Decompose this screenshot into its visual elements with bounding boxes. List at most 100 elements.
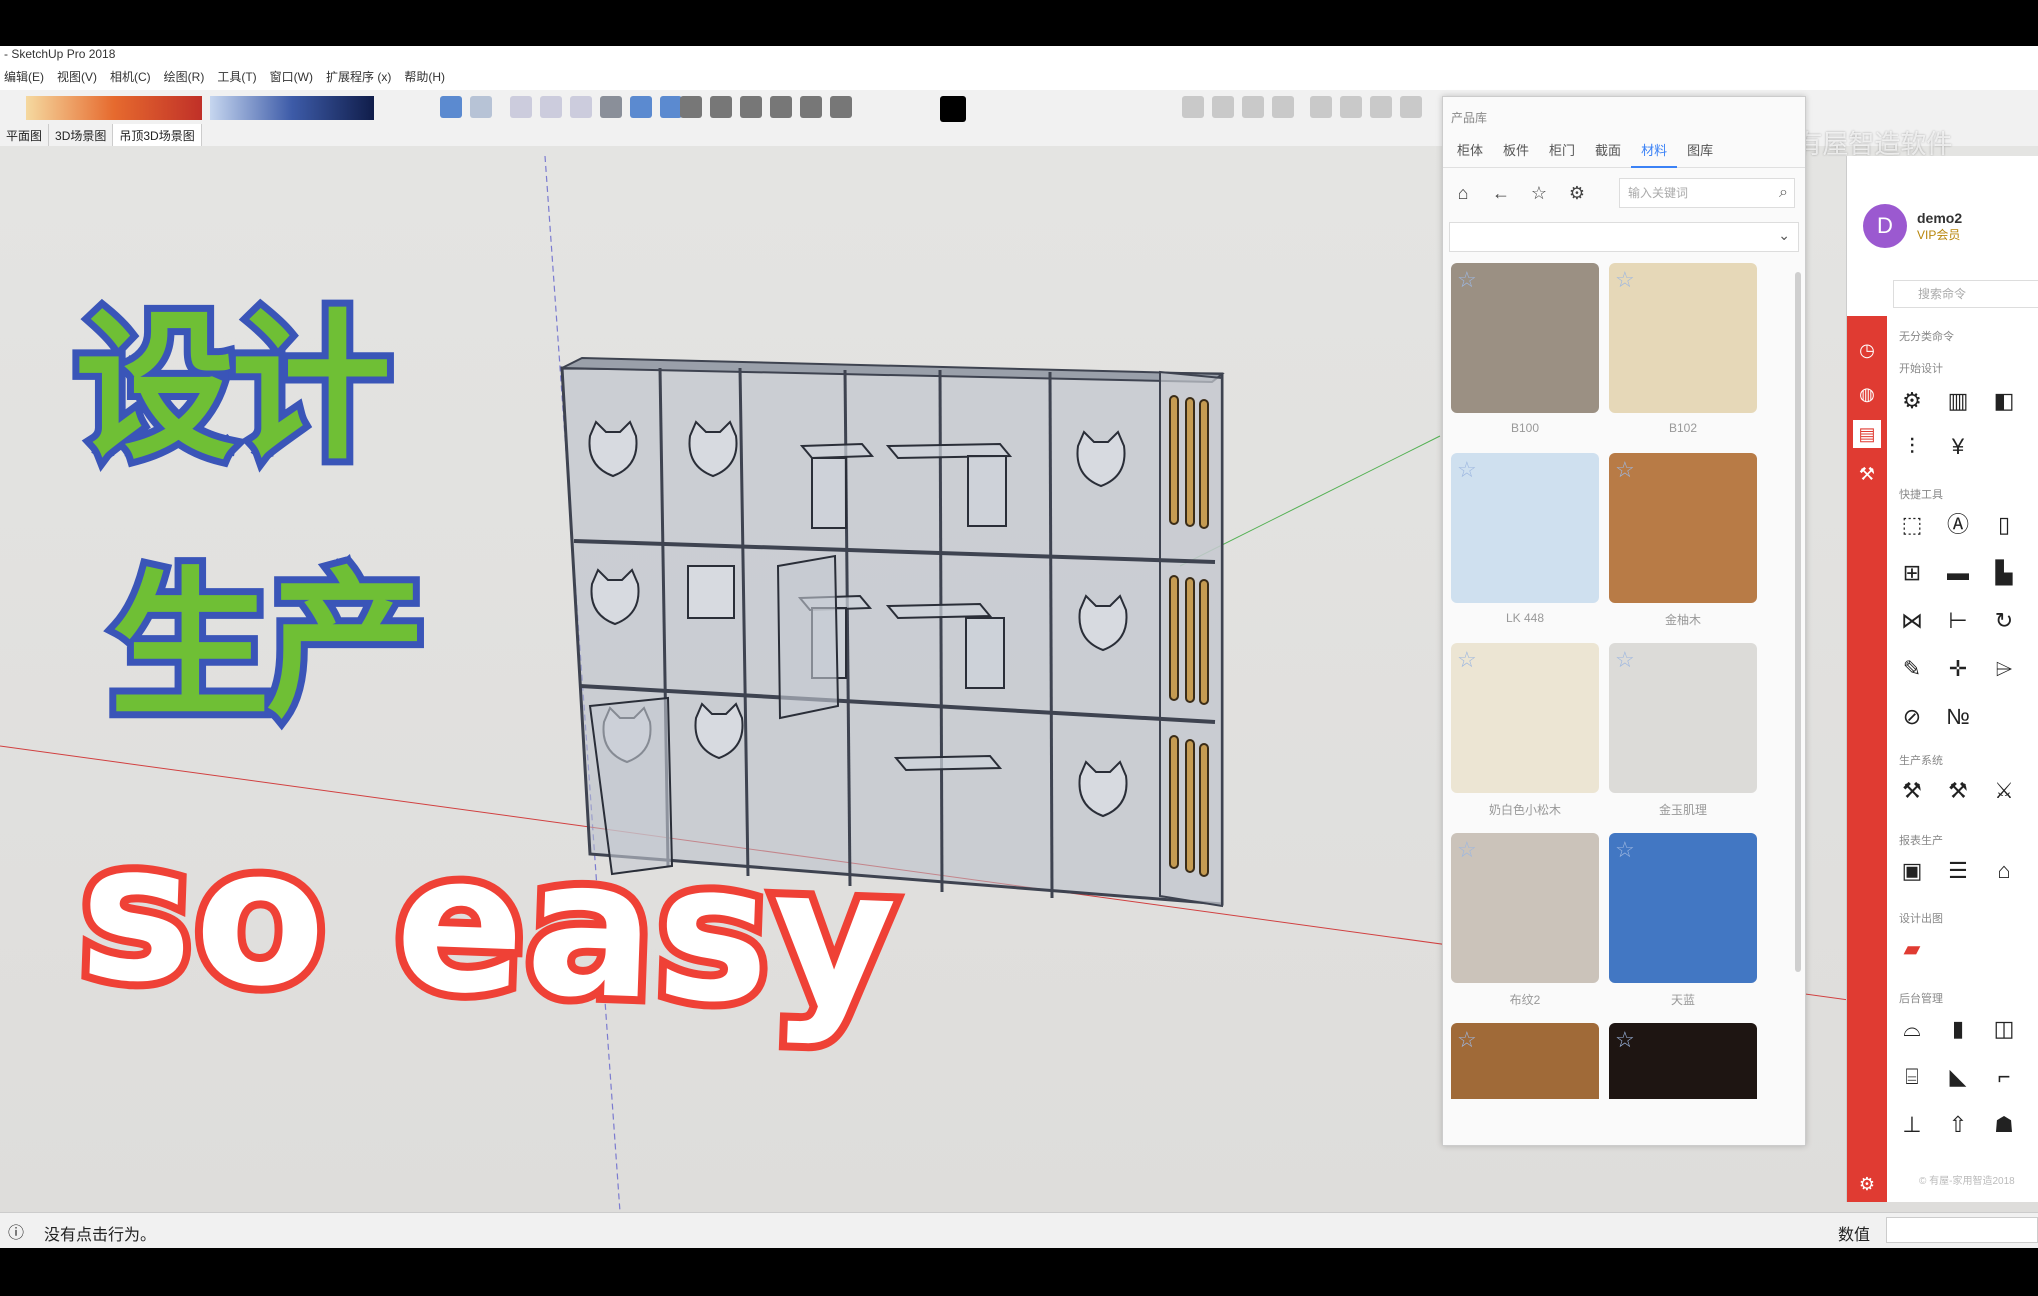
search-icon[interactable]: ⌕ <box>1779 179 1788 207</box>
material-swatch[interactable]: ☆ <box>1609 453 1757 603</box>
front-view-icon[interactable] <box>740 96 762 118</box>
right-view-icon[interactable] <box>770 96 792 118</box>
component-icon[interactable] <box>440 96 462 118</box>
menu-tools[interactable]: 工具(T) <box>217 68 256 85</box>
tab-plan[interactable]: 平面图 <box>0 124 50 146</box>
measure-icon[interactable]: ⊢ <box>1943 606 1973 636</box>
color-swatch-icon[interactable] <box>940 96 966 122</box>
favorite-star-icon[interactable]: ☆ <box>1615 267 1635 293</box>
clear-icon[interactable]: ⊘ <box>1897 702 1927 732</box>
material-card[interactable]: ☆ LK 448 <box>1451 453 1599 625</box>
factory-icon[interactable]: ⌂ <box>1989 856 2019 886</box>
tab-gallery[interactable]: 图库 <box>1677 134 1723 168</box>
textured-icon[interactable] <box>660 96 682 118</box>
menu-draw[interactable]: 绘图(R) <box>164 68 205 85</box>
material-swatch[interactable]: ☆ <box>1451 833 1599 983</box>
rotate-icon[interactable]: ↻ <box>1989 606 2019 636</box>
material-card[interactable]: ☆ 奶白色小松木 <box>1451 643 1599 818</box>
hammer-icon[interactable]: ⚒ <box>1897 776 1927 806</box>
menu-help[interactable]: 帮助(H) <box>404 68 445 85</box>
section-display-icon[interactable] <box>1212 96 1234 118</box>
material-swatch[interactable]: ☆ <box>1451 1023 1599 1099</box>
section-fill-icon[interactable] <box>1272 96 1294 118</box>
wardrobe-icon[interactable]: ▮ <box>1943 1014 1973 1044</box>
menu-edit[interactable]: 编辑(E) <box>4 68 44 85</box>
settings-gear-icon[interactable]: ⚙ <box>1897 386 1927 416</box>
material-swatch[interactable]: ☆ <box>1609 1023 1757 1099</box>
material-card[interactable]: ☆ B100 <box>1451 263 1599 435</box>
cabinet-icon[interactable]: ▤ <box>1853 420 1881 448</box>
tab-section[interactable]: 截面 <box>1585 134 1631 168</box>
shadow-date-slider[interactable] <box>26 96 202 120</box>
cabinet-manage-icon[interactable]: ◫ <box>1989 1014 2019 1044</box>
gear-icon[interactable]: ⚙ <box>1853 1170 1881 1198</box>
material-swatch[interactable]: ☆ <box>1609 833 1757 983</box>
plugin-tool-2-icon[interactable] <box>1340 96 1362 118</box>
plugin-tool-4-icon[interactable] <box>1400 96 1422 118</box>
material-card[interactable]: ☆ <box>1451 1023 1599 1099</box>
library-search-input[interactable]: 输入关键词 ⌕ <box>1619 178 1795 208</box>
tab-cabinet[interactable]: 柜体 <box>1447 134 1493 168</box>
shoe-icon[interactable]: ◣ <box>1943 1062 1973 1092</box>
price-icon[interactable]: ¥ <box>1943 432 1973 462</box>
clock-icon[interactable]: ◷ <box>1853 336 1881 364</box>
brush-icon[interactable]: ⚒ <box>1853 460 1881 488</box>
adjust-icon[interactable]: ⫶ <box>1897 432 1927 462</box>
door-icon[interactable]: ◧ <box>1989 386 2019 416</box>
menu-camera[interactable]: 相机(C) <box>110 68 151 85</box>
select-icon[interactable]: ⬚ <box>1897 510 1927 540</box>
section-cut-icon[interactable] <box>1242 96 1264 118</box>
tab-board[interactable]: 板件 <box>1493 134 1539 168</box>
favorite-star-icon[interactable]: ☆ <box>1615 457 1635 483</box>
shaded-icon[interactable] <box>630 96 652 118</box>
favorite-star-icon[interactable]: ☆ <box>1457 837 1477 863</box>
numero-icon[interactable]: № <box>1943 702 1973 732</box>
material-card[interactable]: ☆ 金玉肌理 <box>1609 643 1757 818</box>
panel-icon[interactable]: ▥ <box>1943 386 1973 416</box>
pen-icon[interactable]: ✎ <box>1897 654 1927 684</box>
tab-ceiling-3d-scene[interactable]: 吊顶3D场景图 <box>113 124 202 146</box>
favorite-star-icon[interactable]: ☆ <box>1457 457 1477 483</box>
favorite-star-icon[interactable]: ☆ <box>1615 647 1635 673</box>
material-swatch[interactable]: ☆ <box>1609 643 1757 793</box>
handle-icon[interactable]: ▬ <box>1943 558 1973 588</box>
back-arrow-icon[interactable]: ← <box>1487 179 1515 207</box>
favorite-star-icon[interactable]: ☆ <box>1457 1027 1477 1053</box>
user-profile[interactable]: D demo2 VIP会员 <box>1863 204 1962 248</box>
iso-view-icon[interactable] <box>680 96 702 118</box>
org-chart-icon[interactable]: ⊥ <box>1897 1110 1927 1140</box>
plugin-tool-3-icon[interactable] <box>1370 96 1392 118</box>
move-icon[interactable]: ✛ <box>1943 654 1973 684</box>
insert-icon[interactable]: ⊞ <box>1897 558 1927 588</box>
favorite-star-icon[interactable]: ☆ <box>1457 647 1477 673</box>
tab-door[interactable]: 柜门 <box>1539 134 1585 168</box>
material-swatch[interactable]: ☆ <box>1451 263 1599 413</box>
section-tool-icon[interactable] <box>1182 96 1204 118</box>
info-icon[interactable]: ⓘ <box>8 1219 24 1243</box>
tab-material[interactable]: 材料 <box>1631 134 1678 168</box>
report-icon[interactable]: ▣ <box>1897 856 1927 886</box>
tag-icon[interactable]: ⌲ <box>1989 654 2019 684</box>
command-search-input[interactable]: 搜索命令 <box>1893 280 2038 308</box>
settings-icon[interactable]: ⚙ <box>1563 179 1591 207</box>
sofa-icon[interactable]: ⌸ <box>1897 1062 1927 1092</box>
tab-3d-scene[interactable]: 3D场景图 <box>49 124 114 146</box>
category-dropdown[interactable]: ⌄ <box>1449 222 1799 252</box>
left-view-icon[interactable] <box>830 96 852 118</box>
bed-icon[interactable]: ⌓ <box>1897 1014 1927 1044</box>
drawing-icon[interactable]: ▰ <box>1897 934 1927 964</box>
home-icon[interactable]: ⌂ <box>1449 179 1477 207</box>
material-card[interactable]: ☆ <box>1609 1023 1757 1099</box>
drill2-icon[interactable]: ⌐ <box>1989 1062 2019 1092</box>
tools-icon[interactable]: ⚔ <box>1989 776 2019 806</box>
plugin-tool-1-icon[interactable] <box>1310 96 1332 118</box>
drill-icon[interactable]: ⚒ <box>1943 776 1973 806</box>
menu-view[interactable]: 视图(V) <box>57 68 97 85</box>
material-swatch[interactable]: ☆ <box>1609 263 1757 413</box>
material-card[interactable]: ☆ 天蓝 <box>1609 833 1757 1008</box>
globe-icon[interactable]: ◍ <box>1853 380 1881 408</box>
menu-extensions[interactable]: 扩展程序 (x) <box>326 68 391 85</box>
ab-icon[interactable]: Ⓐ <box>1943 510 1973 540</box>
star-icon[interactable]: ☆ <box>1525 179 1553 207</box>
favorite-star-icon[interactable]: ☆ <box>1615 837 1635 863</box>
